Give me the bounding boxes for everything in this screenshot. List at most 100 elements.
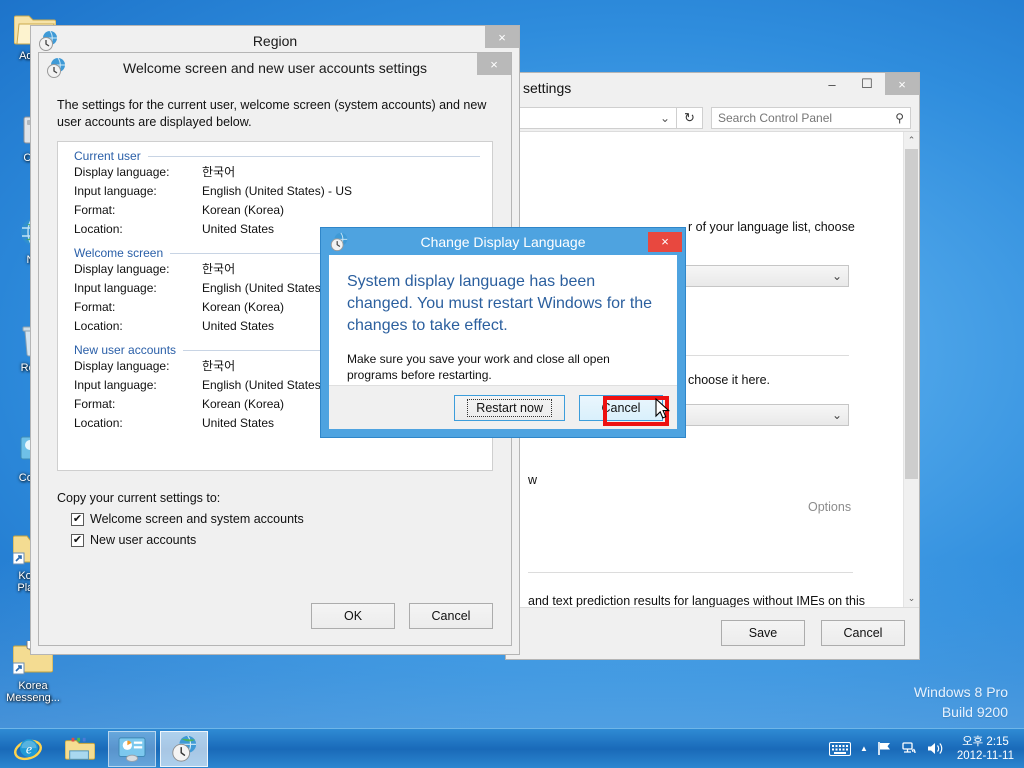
setting-value: Korean (Korea) [202,203,285,217]
show-hidden-icons-button[interactable]: ▲ [860,744,868,753]
setting-row: Display language: 한국어 [70,163,480,182]
region-icon [37,30,59,52]
group-label: New user accounts [74,343,177,357]
speaker-icon[interactable] [927,741,944,756]
address-bar[interactable]: ⌄ [506,107,677,129]
checkbox-row-new-user-accounts[interactable]: ✔ New user accounts [71,533,493,547]
setting-value: Korean (Korea) [202,397,285,411]
setting-key: Format: [74,397,116,411]
intro-text: The settings for the current user, welco… [57,98,487,129]
language-list-text: r of your language list, choose [688,220,855,234]
control-panel-title: l settings [516,80,572,96]
system-tray: ▲ 오후 2:15 2012-11-11 [828,735,1024,763]
display-language-combo[interactable]: ⌄ [684,265,849,287]
chevron-down-icon: ⌄ [659,111,670,125]
restart-now-button[interactable]: Restart now [454,394,565,421]
setting-row: Input language: English (United States) -… [70,182,480,201]
control-panel-titlebar[interactable]: l settings – ☐ × [506,73,919,103]
setting-value: 한국어 [202,165,236,179]
control-panel-window-buttons: – ☐ × [814,73,919,103]
setting-key: Display language: [74,262,170,276]
cancel-button[interactable]: Cancel [821,620,905,646]
checkbox-welcome-screen[interactable]: ✔ [71,512,84,526]
group-rule [147,155,480,157]
flag-icon[interactable] [877,741,893,756]
region-title: Region [252,33,298,49]
scrollbar-thumb[interactable] [905,149,918,479]
checkbox-label: Welcome screen and system accounts [90,512,304,526]
setting-key: Location: [74,222,123,236]
setting-value: United States [202,222,275,236]
setting-value: United States [202,416,275,430]
minimize-button[interactable]: – [815,73,849,95]
group-label: Welcome screen [74,246,164,260]
control-panel-action-buttons: Save Cancel [721,620,905,646]
setting-key: Format: [74,203,116,217]
cancel-button[interactable]: Cancel [579,394,663,421]
welcome-dialog-title: Welcome screen and new user accounts set… [122,60,427,76]
setting-key: Input language: [74,378,157,392]
scroll-up-button[interactable]: ⌃ [904,132,919,149]
divider [528,572,853,573]
search-input[interactable]: Search Control Panel ⚲ [711,107,911,129]
close-button[interactable]: × [885,73,919,95]
keyboard-icon[interactable] [828,741,851,756]
watermark-build: Build 9200 [941,704,1008,720]
options-link[interactable]: Options [808,500,851,514]
partial-text: w [528,473,538,487]
ime-text: and text prediction results for language… [528,594,865,607]
ok-button[interactable]: OK [311,603,395,629]
cdl-heading: System display language has been changed… [347,273,653,334]
close-button[interactable]: × [477,53,511,75]
cdl-titlebar[interactable]: Change Display Language × [321,228,685,255]
setting-value: United States [202,319,275,333]
chevron-down-icon: ⌄ [831,269,842,283]
setting-value: Korean (Korea) [202,300,285,314]
checkbox-label: New user accounts [90,533,197,547]
change-display-language-dialog[interactable]: Change Display Language × System display… [320,227,686,438]
welcome-dialog-titlebar[interactable]: Welcome screen and new user accounts set… [39,53,511,83]
group-header-current-user: Current user [70,149,480,163]
taskbar-internet-explorer[interactable]: e [4,731,52,767]
region-icon [45,57,67,79]
secondary-language-combo[interactable]: ⌄ [684,404,849,426]
setting-key: Input language: [74,281,157,295]
taskbar-control-panel[interactable] [108,730,156,767]
desktop-icon-label: Korea Messeng... [6,680,60,704]
setting-value: 한국어 [202,359,236,373]
setting-key: Format: [74,300,116,314]
choose-here-text: choose it here. [688,373,770,387]
scroll-down-button[interactable]: ⌄ [904,590,919,607]
refresh-button[interactable]: ↻ [677,107,703,129]
cdl-main: System display language has been changed… [329,255,677,383]
setting-value: English (United States) - US [202,184,353,198]
cdl-body: System display language has been changed… [329,255,677,429]
chevron-down-icon: ⌄ [831,408,842,422]
divider [684,355,849,356]
checkbox-new-user-accounts[interactable]: ✔ [71,533,84,547]
taskbar[interactable]: e ▲ 오후 2:15 2012-11-11 [0,728,1024,768]
svg-text:e: e [26,741,32,757]
vertical-scrollbar[interactable]: ⌃ ⌄ [903,132,919,607]
clock[interactable]: 오후 2:15 2012-11-11 [957,735,1014,763]
network-icon[interactable] [902,741,918,756]
copy-settings-label: Copy your current settings to: [57,491,221,505]
taskbar-region-applet[interactable] [160,730,208,767]
setting-key: Display language: [74,359,170,373]
setting-key: Display language: [74,165,170,179]
search-icon: ⚲ [895,111,904,125]
welcome-dialog-window-buttons: × [476,53,511,83]
setting-key: Location: [74,319,123,333]
setting-key: Location: [74,416,123,430]
cancel-button[interactable]: Cancel [409,603,493,629]
setting-row: Format: Korean (Korea) [70,201,480,220]
checkbox-row-welcome-screen[interactable]: ✔ Welcome screen and system accounts [71,512,493,526]
setting-value: 한국어 [202,262,236,276]
restart-now-label: Restart now [467,398,552,417]
taskbar-file-explorer[interactable] [56,731,104,767]
clock-date: 2012-11-11 [956,749,1014,762]
save-button[interactable]: Save [721,620,805,646]
cdl-description: Make sure you save your work and close a… [347,352,610,382]
close-button[interactable]: × [485,26,519,48]
maximize-button[interactable]: ☐ [850,73,884,95]
